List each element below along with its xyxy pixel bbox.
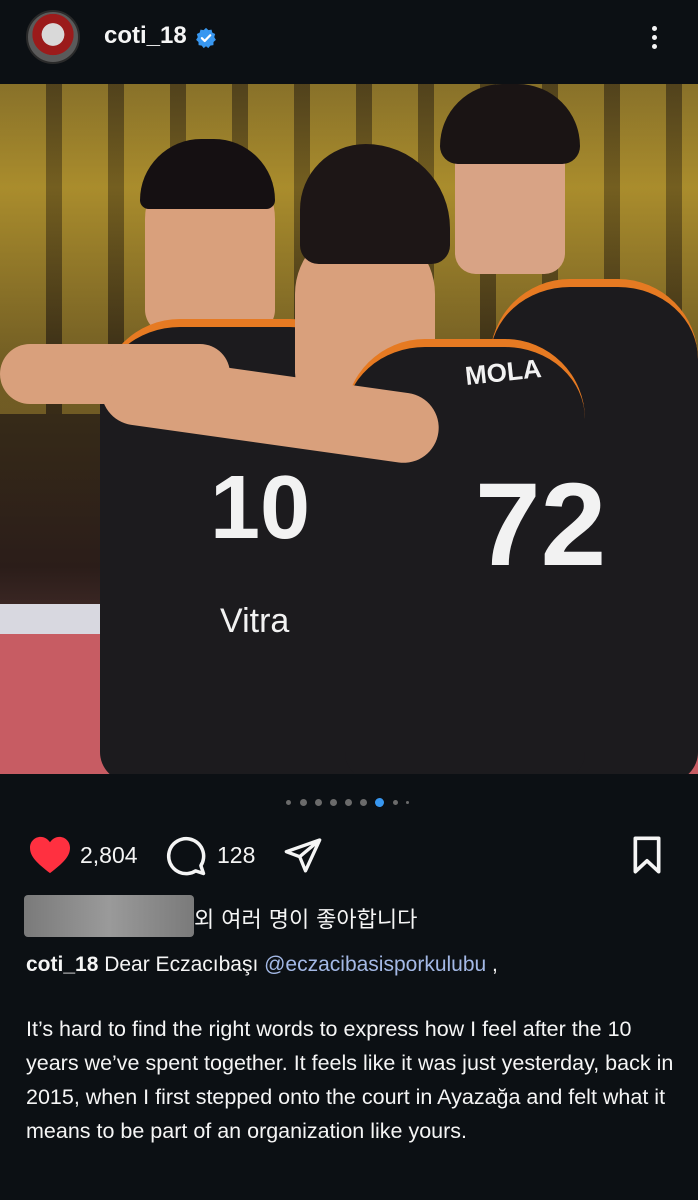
pager-dot-active [375, 798, 384, 807]
verified-badge-icon [196, 27, 216, 49]
pager-dot [406, 801, 409, 804]
post-header: coti_18 [0, 0, 698, 78]
avatar[interactable] [26, 10, 80, 64]
share-icon[interactable] [282, 835, 324, 875]
jersey-number-left: 10 [210, 458, 311, 558]
caption-mention[interactable]: @eczacibasisporkulubu [264, 953, 486, 976]
caption-punct: , [486, 953, 498, 976]
liked-by-text: 외 여러 명이 좋아합니다 [194, 908, 418, 933]
blurred-username [24, 895, 194, 937]
pager-dot [360, 799, 367, 806]
pager-dot [286, 800, 291, 805]
heart-icon[interactable] [28, 835, 72, 875]
carousel-indicator [0, 797, 698, 807]
jersey-name: MOLA [463, 353, 543, 391]
comment-count[interactable]: 128 [217, 842, 255, 869]
bookmark-icon[interactable] [628, 835, 666, 875]
username[interactable]: coti_18 [104, 22, 187, 50]
post-image[interactable]: 10 Vitra MOLA 72 [0, 84, 698, 774]
liked-by[interactable]: 외 여러 명이 좋아합니다 [24, 895, 624, 937]
pager-dot [315, 799, 322, 806]
caption-username[interactable]: coti_18 [26, 953, 98, 976]
pager-dot [345, 799, 352, 806]
more-options-icon[interactable] [640, 20, 670, 56]
pager-dot [330, 799, 337, 806]
action-bar: 2,804 128 [0, 830, 698, 880]
comment-icon[interactable] [165, 835, 207, 877]
jersey-sponsor: Vitra [220, 602, 290, 640]
caption-greeting: Dear Eczacıbaşı [98, 953, 265, 976]
jersey-number-center: 72 [475, 459, 607, 591]
caption-body: It’s hard to find the right words to exp… [26, 1017, 674, 1143]
pager-dot [393, 800, 398, 805]
pager-dot [300, 799, 307, 806]
like-count[interactable]: 2,804 [80, 842, 138, 869]
caption-first-line: coti_18 Dear Eczacıbaşı @eczacibasispork… [26, 948, 676, 982]
